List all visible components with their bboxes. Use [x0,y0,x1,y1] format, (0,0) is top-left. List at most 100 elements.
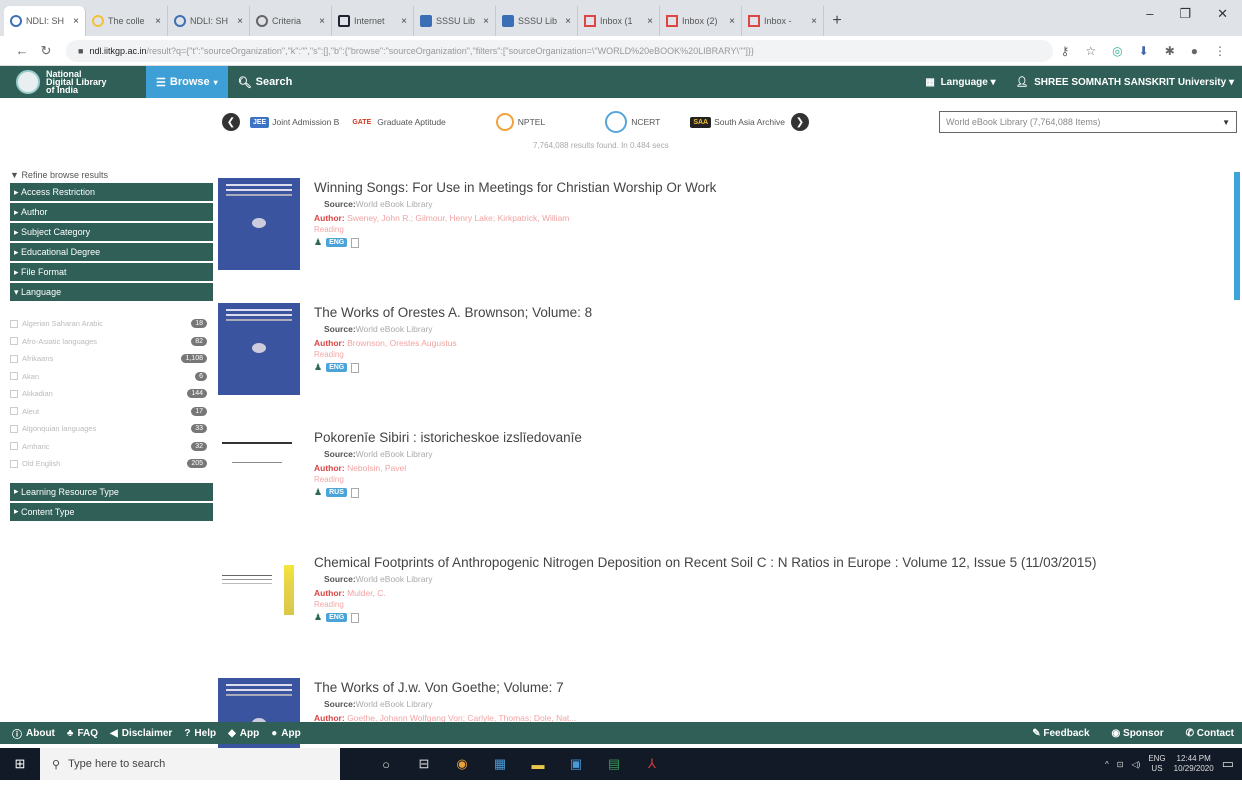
facet-subject-category[interactable]: ▸ Subject Category [10,223,213,241]
close-icon[interactable]: × [565,16,571,27]
volume-icon[interactable]: ◁) [1131,760,1140,769]
facet-learning-resource-type[interactable]: ▸ Learning Resource Type [10,482,213,501]
close-icon[interactable]: × [73,16,79,27]
close-icon[interactable]: × [811,16,817,27]
footer-about-link[interactable]: ⓘ About [12,726,55,741]
language-menu[interactable]: ▦ Language ▾ [925,77,995,88]
close-icon[interactable]: × [483,16,489,27]
close-icon[interactable]: × [729,16,735,27]
source-item[interactable]: NCERT [605,111,660,133]
network-icon[interactable]: ⊡ [1117,760,1124,769]
puzzle-icon[interactable]: ✱ [1165,44,1175,58]
browser-tab[interactable]: Inbox (2) × [660,6,742,36]
browser-tab[interactable]: The colle × [86,6,168,36]
ndl-logo[interactable]: National Digital Library of India [0,70,146,95]
book-cover-thumbnail[interactable] [218,428,300,520]
language-option[interactable]: Algonquian languages 33 [10,420,213,438]
browser-tab[interactable]: Criteria × [250,6,332,36]
minimize-icon[interactable]: – [1146,6,1153,22]
browser-tab[interactable]: SSSU Lib × [496,6,578,36]
checkbox[interactable] [10,389,18,398]
carousel-prev-button[interactable]: ❮ [222,113,240,131]
url-input[interactable]: ■ ndl.iitkgp.ac.in/result?q={"t":"source… [66,39,1053,62]
back-icon[interactable]: ← [10,43,34,58]
browser-tab[interactable]: Internet × [332,6,414,36]
star-icon[interactable]: ☆ [1085,44,1096,58]
checkbox[interactable] [10,372,18,381]
close-window-icon[interactable]: ✕ [1217,6,1228,22]
extension-icon[interactable]: ◎ [1112,44,1122,58]
checkbox[interactable] [10,354,18,363]
result-author[interactable]: Nebolsin, Pavel [347,463,406,473]
facet-file-format[interactable]: ▸ File Format [10,263,213,281]
book-cover-thumbnail[interactable] [218,178,300,270]
result-source[interactable]: World eBook Library [356,699,433,709]
close-icon[interactable]: × [155,16,161,27]
browser-tab[interactable]: Inbox (1 × [578,6,660,36]
profile-icon[interactable]: ● [1191,44,1198,58]
result-author[interactable]: Brownson, Orestes Augustus [347,338,457,348]
footer-ios-app-link[interactable]: ● App [271,728,301,739]
cortana-icon[interactable]: ○ [376,754,396,774]
book-cover-thumbnail[interactable] [218,303,300,395]
facet-language[interactable]: ▾ Language [10,283,213,301]
user-menu[interactable]: 👤︎ SHREE SOMNATH SANSKRIT University ▾ [1016,77,1234,88]
footer-contact-link[interactable]: ✆ Contact [1186,728,1234,739]
facet-educational-degree[interactable]: ▸ Educational Degree [10,243,213,261]
page-scrollbar[interactable] [1234,172,1240,300]
task-view-icon[interactable]: ⊟ [414,754,434,774]
article-thumbnail[interactable] [218,553,300,645]
result-source[interactable]: World eBook Library [356,324,433,334]
carousel-next-button[interactable]: ❯ [791,113,809,131]
source-item[interactable]: JEE Joint Admission B [250,116,339,128]
checkbox[interactable] [10,319,18,328]
close-icon[interactable]: × [237,16,243,27]
language-option[interactable]: Old English 205 [10,455,213,473]
browser-tab[interactable]: NDLI: SH × [4,6,86,36]
result-source[interactable]: World eBook Library [356,449,433,459]
browser-tab[interactable]: NDLI: SH × [168,6,250,36]
checkbox[interactable] [10,337,18,346]
source-item[interactable]: SAA South Asia Archive [690,116,785,128]
source-item[interactable]: GATE Graduate Aptitude [349,117,445,128]
chrome-icon[interactable]: ◉ [452,754,472,774]
checkbox[interactable] [10,407,18,416]
notifications-icon[interactable]: ▭ [1222,756,1234,772]
result-title[interactable]: Pokorenīe Sibiri : istoricheskoe izslīed… [314,430,1228,445]
result-source[interactable]: World eBook Library [356,199,433,209]
language-option[interactable]: Afrikaans 1,108 [10,350,213,368]
result-title[interactable]: Chemical Footprints of Anthropogenic Nit… [314,555,1228,570]
pocket-icon[interactable]: ⬇ [1139,44,1149,58]
calendar-icon[interactable]: ▣ [566,754,586,774]
language-option[interactable]: Akan 6 [10,368,213,386]
footer-disclaimer-link[interactable]: ◀ Disclaimer [110,728,172,739]
footer-faq-link[interactable]: ♣ FAQ [67,728,98,739]
restore-icon[interactable]: ❐ [1179,6,1191,22]
language-option[interactable]: Akkadian 144 [10,385,213,403]
checkbox[interactable] [10,424,18,433]
source-item[interactable]: NPTEL [495,113,545,131]
result-author[interactable]: Mulder, C. [347,588,386,598]
facet-author[interactable]: ▸ Author [10,203,213,221]
language-option[interactable]: Afro-Asiatic languages 82 [10,333,213,351]
checkbox[interactable] [10,442,18,451]
language-option[interactable]: Algerian Saharan Arabic 18 [10,315,213,333]
browse-menu[interactable]: ☰ Browse ▾ [146,66,228,98]
facet-content-type[interactable]: ▸ Content Type [10,502,213,521]
chevron-up-icon[interactable]: ^ [1105,760,1109,769]
result-title[interactable]: The Works of J.w. Von Goethe; Volume: 7 [314,680,1228,695]
menu-icon[interactable]: ⋮ [1214,44,1226,58]
file-explorer-icon[interactable]: ▬ [528,754,548,774]
new-tab-button[interactable]: + [824,6,850,36]
result-author[interactable]: Sweney, John R.; Gilmour, Henry Lake; Ki… [347,213,569,223]
facet-access-restriction[interactable]: ▸ Access Restriction [10,183,213,201]
browser-tab[interactable]: Inbox - × [742,6,824,36]
language-option[interactable]: Aleut 17 [10,403,213,421]
footer-android-app-link[interactable]: ◆ App [228,728,259,739]
clock[interactable]: 12:44 PM 10/29/2020 [1174,754,1214,774]
footer-help-link[interactable]: ? Help [184,728,216,739]
close-icon[interactable]: × [319,16,325,27]
checkbox[interactable] [10,459,18,468]
taskbar-search-box[interactable]: ⚲ Type here to search [40,748,340,780]
acrobat-icon[interactable]: ⅄ [642,754,662,774]
